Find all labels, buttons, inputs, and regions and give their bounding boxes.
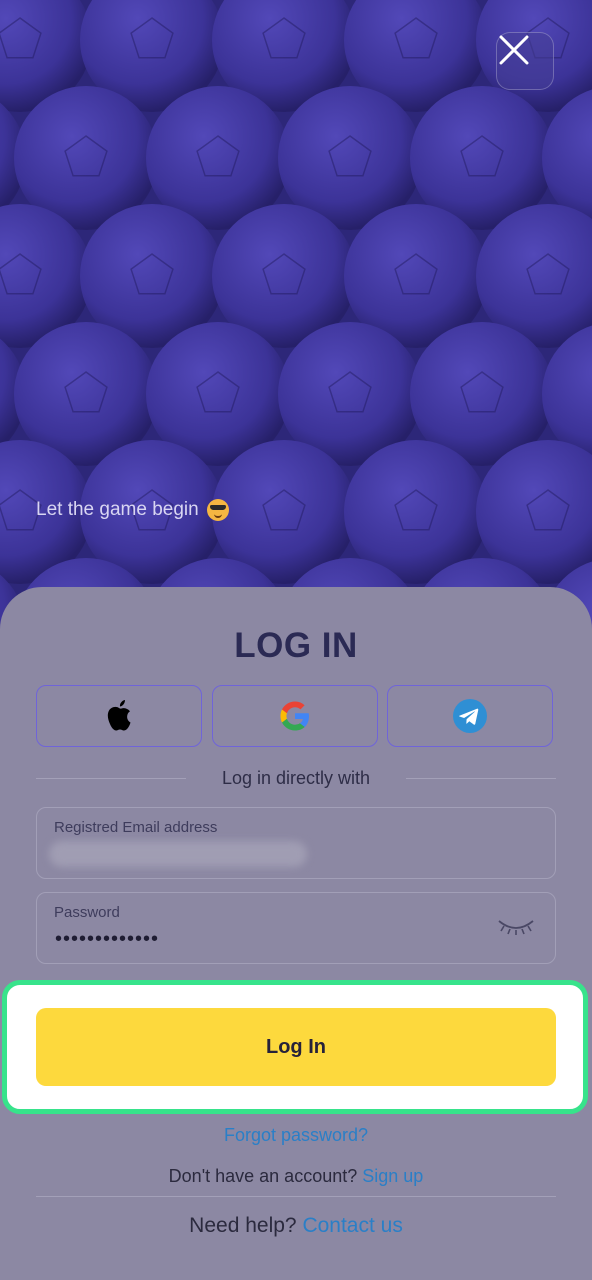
email-label: Registred Email address xyxy=(54,819,218,836)
google-icon xyxy=(280,701,309,731)
hero-banner: Let the game begin xyxy=(0,0,592,640)
forgot-password-link[interactable]: Forgot password? xyxy=(0,1125,592,1146)
hero-tagline-text: Let the game begin xyxy=(36,499,199,520)
login-button[interactable]: Log In xyxy=(36,1008,556,1086)
help-prompt: Need help? xyxy=(189,1214,297,1237)
bottom-divider xyxy=(36,1196,556,1197)
soccer-balls-background xyxy=(0,0,592,640)
telegram-icon xyxy=(453,699,487,733)
sunglasses-emoji-icon xyxy=(206,499,229,521)
email-field[interactable]: Registred Email address xyxy=(36,807,556,879)
signup-link[interactable]: Sign up xyxy=(362,1166,423,1186)
eye-closed-icon xyxy=(498,920,534,935)
password-field[interactable]: Password ••••••••••••• xyxy=(36,892,556,964)
signup-row: Don't have an account? Sign up xyxy=(0,1166,592,1187)
email-value-redacted xyxy=(49,841,307,867)
telegram-login-button[interactable] xyxy=(387,685,553,747)
password-value: ••••••••••••• xyxy=(55,928,160,950)
apple-login-button[interactable] xyxy=(36,685,202,747)
google-login-button[interactable] xyxy=(212,685,378,747)
signup-prompt: Don't have an account? xyxy=(168,1166,358,1186)
password-label: Password xyxy=(54,904,120,921)
divider: Log in directly with xyxy=(36,764,557,792)
password-visibility-toggle[interactable] xyxy=(497,915,535,944)
help-row: Need help? Contact us xyxy=(0,1214,592,1238)
login-title: LOG IN xyxy=(234,626,358,665)
close-icon xyxy=(499,35,529,65)
divider-text: Log in directly with xyxy=(221,767,371,788)
close-button[interactable] xyxy=(496,32,554,90)
hero-tagline: Let the game begin xyxy=(36,499,229,521)
apple-icon xyxy=(107,700,131,731)
contact-us-link[interactable]: Contact us xyxy=(302,1214,402,1237)
